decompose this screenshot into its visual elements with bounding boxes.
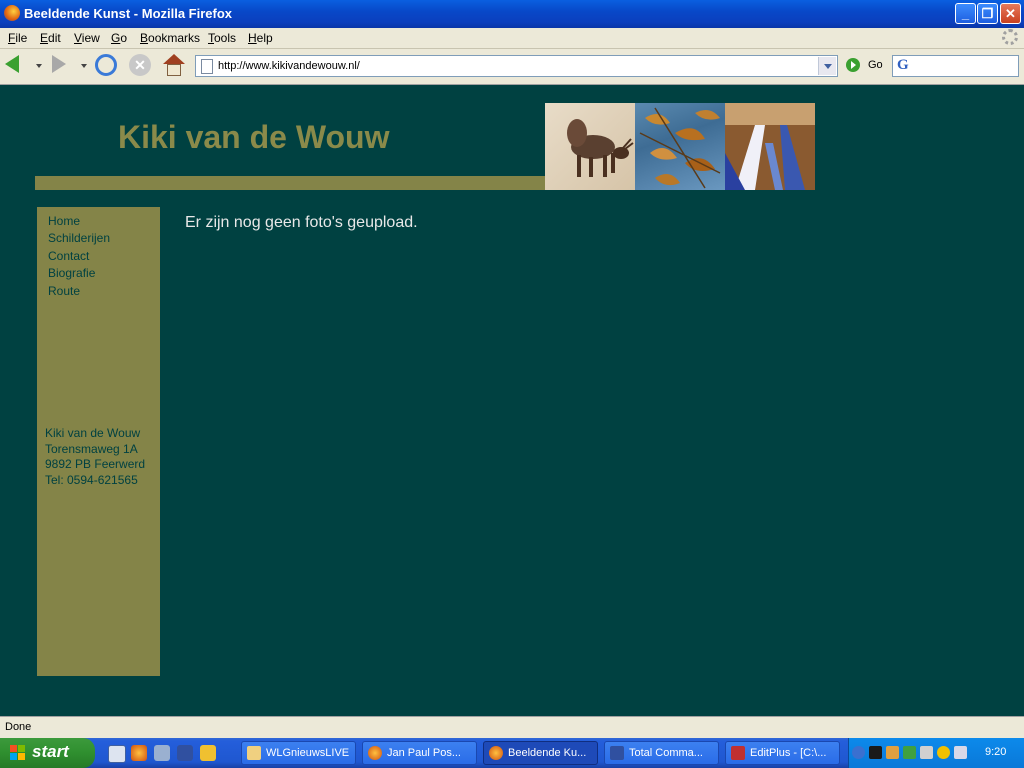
clock[interactable]: 9:20 (985, 746, 1006, 758)
firefox-icon (368, 746, 382, 760)
menu-file[interactable]: File (8, 31, 27, 45)
editplus-icon (731, 746, 745, 760)
menu-bar: File Edit View Go Bookmarks Tools Help (0, 28, 1024, 49)
taskbar-item-total-commander[interactable]: Total Comma... (604, 741, 719, 765)
address-street: Torensmaweg 1A (45, 441, 138, 456)
nav-link-biografie[interactable]: Biografie (48, 266, 95, 280)
address-name: Kiki van de Wouw (45, 426, 141, 440)
status-bar: Done (0, 716, 1024, 738)
no-photos-message: Er zijn nog geen foto's geupload. (185, 214, 418, 231)
windows-logo-icon (10, 745, 26, 761)
restore-button[interactable]: ❐ (977, 3, 998, 24)
throbber-icon (1002, 29, 1018, 45)
sidebar: Home Schilderijen Contact Biografie Rout… (37, 207, 160, 676)
home-icon[interactable] (163, 54, 185, 76)
header-bar (35, 176, 545, 190)
floppy-quicklaunch-icon[interactable] (177, 745, 193, 761)
address-phone: Tel: 0594-621565 (45, 472, 138, 487)
page-content: Kiki van de Wouw Home Schilderijen Conta… (0, 85, 1024, 716)
tray-expand-icon[interactable] (852, 746, 865, 759)
network-quicklaunch-icon[interactable] (154, 745, 170, 761)
google-icon: G (897, 57, 909, 73)
tray-pen-icon[interactable] (920, 746, 933, 759)
window-title: Beeldende Kunst - Mozilla Firefox (24, 6, 233, 21)
back-arrow-icon[interactable] (5, 55, 19, 73)
nav-link-route[interactable]: Route (48, 284, 80, 298)
firefox-icon (489, 746, 503, 760)
menu-go[interactable]: Go (111, 31, 127, 45)
artwork-landscape-image (725, 103, 815, 190)
go-icon[interactable] (846, 58, 860, 72)
folder-icon (247, 746, 261, 760)
tool-quicklaunch-icon[interactable] (200, 745, 216, 761)
menu-tools[interactable]: Tools (208, 31, 236, 45)
start-label: start (32, 742, 69, 761)
artwork-leaves-image (635, 103, 725, 190)
nav-link-home[interactable]: Home (48, 214, 80, 228)
reload-icon[interactable] (95, 54, 117, 76)
back-history-dropdown-icon[interactable] (36, 64, 42, 68)
status-text: Done (5, 721, 32, 733)
firefox-quicklaunch-icon[interactable] (131, 745, 147, 761)
contact-address: Kiki van de Wouw Torensmaweg 1A 9892 PB … (45, 426, 145, 488)
taskbar-item-beeldende-kunst[interactable]: Beeldende Ku... (483, 741, 598, 765)
url-input[interactable] (218, 58, 808, 74)
taskbar-item-wlgnieuwslive[interactable]: WLGnieuwsLIVE (241, 741, 356, 765)
menu-help[interactable]: Help (248, 31, 273, 45)
tray-app-icon[interactable] (886, 746, 899, 759)
forward-arrow-icon[interactable] (52, 55, 66, 73)
stop-icon[interactable]: ✕ (129, 54, 151, 76)
menu-bookmarks[interactable]: Bookmarks (140, 31, 200, 45)
start-button[interactable]: start (0, 738, 95, 768)
floppy-icon (610, 746, 624, 760)
tray-lock-icon[interactable] (937, 746, 950, 759)
window-titlebar[interactable]: Beeldende Kunst - Mozilla Firefox _ ❐ ✕ (0, 0, 1024, 28)
firefox-icon (4, 5, 20, 21)
nav-link-schilderijen[interactable]: Schilderijen (48, 231, 110, 245)
close-button[interactable]: ✕ (1000, 3, 1021, 24)
navigation-toolbar: ✕ Go G (0, 49, 1024, 85)
menu-edit[interactable]: Edit (40, 31, 61, 45)
go-label[interactable]: Go (868, 59, 883, 71)
page-icon (201, 59, 213, 74)
show-desktop-icon[interactable] (108, 745, 126, 763)
taskbar-item-editplus[interactable]: EditPlus - [C:\... (725, 741, 840, 765)
nav-link-contact[interactable]: Contact (48, 249, 89, 263)
system-tray: 9:20 (848, 738, 1024, 768)
menu-view[interactable]: View (74, 31, 100, 45)
volume-icon[interactable] (954, 746, 967, 759)
taskbar: start WLGnieuwsLIVE Jan Paul Pos... Beel… (0, 738, 1024, 768)
url-dropdown-icon[interactable] (818, 57, 836, 75)
minimize-button[interactable]: _ (955, 3, 976, 24)
artwork-goat-image (545, 103, 635, 190)
tray-excel-icon[interactable] (903, 746, 916, 759)
address-postal: 9892 PB Feerwerd (45, 457, 146, 471)
taskbar-item-jan-paul-pos[interactable]: Jan Paul Pos... (362, 741, 477, 765)
search-box[interactable]: G (892, 55, 1019, 77)
forward-history-dropdown-icon[interactable] (81, 64, 87, 68)
site-title: Kiki van de Wouw (118, 119, 390, 155)
address-bar[interactable] (195, 55, 838, 77)
tray-w-icon[interactable] (869, 746, 882, 759)
